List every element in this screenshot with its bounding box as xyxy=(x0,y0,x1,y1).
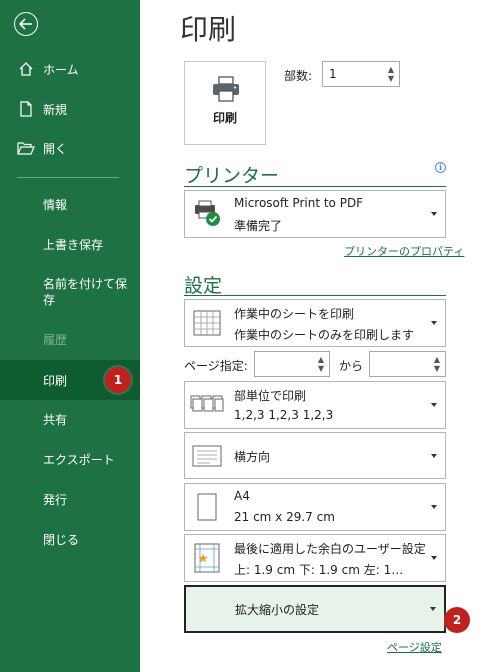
paper-size-dropdown[interactable]: A4 21 cm x 29.7 cm xyxy=(184,483,446,531)
paper-size-dims: 21 cm x 29.7 cm xyxy=(234,510,335,524)
printer-name: Microsoft Print to PDF xyxy=(234,196,364,210)
printer-properties-link[interactable]: プリンターのプロパティ xyxy=(344,243,464,259)
sidebar-item-label: 開く xyxy=(43,141,68,156)
sidebar-divider xyxy=(17,177,119,178)
sidebar-item-open[interactable]: 開く xyxy=(0,128,140,168)
margins-values: 上: 1.9 cm 下: 1.9 cm 左: 1… xyxy=(234,563,404,577)
orientation-dropdown[interactable]: 横方向 xyxy=(184,432,446,479)
stepper-arrows-icon[interactable]: ▲ ▼ xyxy=(315,353,327,375)
sidebar-item-label: 履歴 xyxy=(43,332,68,347)
sidebar-item-history: 履歴 xyxy=(0,319,140,359)
info-icon[interactable]: i xyxy=(435,162,446,173)
sidebar-item-home[interactable]: ホーム xyxy=(0,49,140,89)
sidebar-item-export[interactable]: エクスポート xyxy=(0,439,140,479)
margins-title: 最後に適用した余白のユーザー設定 xyxy=(234,542,426,556)
chevron-down-icon xyxy=(431,505,437,509)
collation-desc: 1,2,3 1,2,3 1,2,3 xyxy=(234,408,334,422)
pages-label: ページ指定: xyxy=(184,359,248,373)
pages-to-input[interactable]: ▲ ▼ xyxy=(369,351,446,377)
collation-dropdown[interactable]: 部単位で印刷 1,2,3 1,2,3 1,2,3 xyxy=(184,381,446,429)
stepper-arrows-icon[interactable]: ▲ ▼ xyxy=(385,63,397,85)
printer-icon xyxy=(213,76,239,102)
sidebar-item-new[interactable]: 新規 xyxy=(0,89,140,129)
chevron-down-icon xyxy=(431,212,437,216)
chevron-down-icon xyxy=(431,453,437,458)
step-badge: 2 xyxy=(444,607,470,633)
home-icon xyxy=(17,60,35,78)
sidebar-item-save[interactable]: 上書き保存 xyxy=(0,224,140,264)
section-divider xyxy=(184,295,446,296)
chevron-down-icon xyxy=(430,607,436,611)
printer-section-title: プリンター xyxy=(184,165,280,187)
print-button[interactable]: 印刷 xyxy=(184,61,266,145)
pages-to-label: から xyxy=(339,359,364,373)
backstage-sidebar: ホーム 新規 開く 情報 上書き保存 名前を付けて保存 履歴 印刷 共有 エクス… xyxy=(0,0,140,672)
chevron-down-icon xyxy=(431,321,437,325)
sidebar-item-label: エクスポート xyxy=(43,452,115,467)
sidebar-item-save-as[interactable]: 名前を付けて保存 xyxy=(0,270,140,318)
custom-margins-icon xyxy=(190,543,224,573)
sidebar-item-info[interactable]: 情報 xyxy=(0,184,140,224)
section-divider xyxy=(184,186,446,187)
print-pane: 印刷 印刷 部数: 1 ▲ ▼ プリンター i Microsoft Print t… xyxy=(140,0,486,672)
margins-dropdown[interactable]: 最後に適用した余白のユーザー設定 上: 1.9 cm 下: 1.9 cm 左: … xyxy=(184,534,446,582)
new-document-icon xyxy=(17,100,35,118)
scaling-dropdown[interactable]: 拡大縮小の設定 xyxy=(184,585,446,633)
sidebar-item-close[interactable]: 閉じる xyxy=(0,519,140,559)
sidebar-item-publish[interactable]: 発行 xyxy=(0,479,140,519)
orientation-value: 横方向 xyxy=(234,450,271,464)
sidebar-item-label: 新規 xyxy=(43,102,68,117)
sidebar-item-label: 情報 xyxy=(43,197,68,212)
collated-pages-icon xyxy=(190,390,224,420)
sidebar-item-label: 上書き保存 xyxy=(43,237,104,252)
printer-status: 準備完了 xyxy=(234,219,283,233)
back-arrow-icon[interactable] xyxy=(14,12,38,36)
print-what-dropdown[interactable]: 作業中のシートを印刷 作業中のシートのみを印刷します xyxy=(184,299,446,347)
paper-size-icon xyxy=(190,492,224,522)
collation-title: 部単位で印刷 xyxy=(234,389,307,403)
print-what-desc: 作業中のシートのみを印刷します xyxy=(234,328,415,342)
page-title: 印刷 xyxy=(180,13,237,46)
printer-ready-icon xyxy=(190,199,224,229)
printer-dropdown[interactable]: Microsoft Print to PDF 準備完了 xyxy=(184,190,446,238)
sidebar-item-label: ホーム xyxy=(43,62,79,77)
landscape-page-icon xyxy=(190,441,224,471)
copies-value: 1 xyxy=(329,67,337,81)
sidebar-item-label: 印刷 xyxy=(43,373,68,388)
scaling-value: 拡大縮小の設定 xyxy=(235,603,320,617)
settings-section-title: 設定 xyxy=(184,275,223,297)
chevron-down-icon xyxy=(431,556,437,560)
page-setup-link[interactable]: ページ設定 xyxy=(387,639,442,655)
open-folder-icon xyxy=(17,139,35,157)
copies-label: 部数: xyxy=(284,69,313,83)
print-what-title: 作業中のシートを印刷 xyxy=(234,307,355,321)
sidebar-item-label: 閉じる xyxy=(43,532,80,547)
copies-stepper[interactable]: 1 ▲ ▼ xyxy=(322,61,400,87)
sheet-grid-icon xyxy=(190,308,224,338)
sidebar-item-label: 名前を付けて保存 xyxy=(43,277,128,307)
chevron-down-icon xyxy=(431,403,437,407)
pages-from-input[interactable]: ▲ ▼ xyxy=(254,351,330,377)
paper-size-name: A4 xyxy=(234,489,250,503)
stepper-arrows-icon[interactable]: ▲ ▼ xyxy=(431,353,443,375)
sidebar-item-label: 共有 xyxy=(43,412,68,427)
step-badge: 1 xyxy=(105,367,131,393)
sidebar-item-share[interactable]: 共有 xyxy=(0,399,140,439)
sidebar-item-label: 発行 xyxy=(43,492,68,507)
print-button-label: 印刷 xyxy=(212,111,237,125)
